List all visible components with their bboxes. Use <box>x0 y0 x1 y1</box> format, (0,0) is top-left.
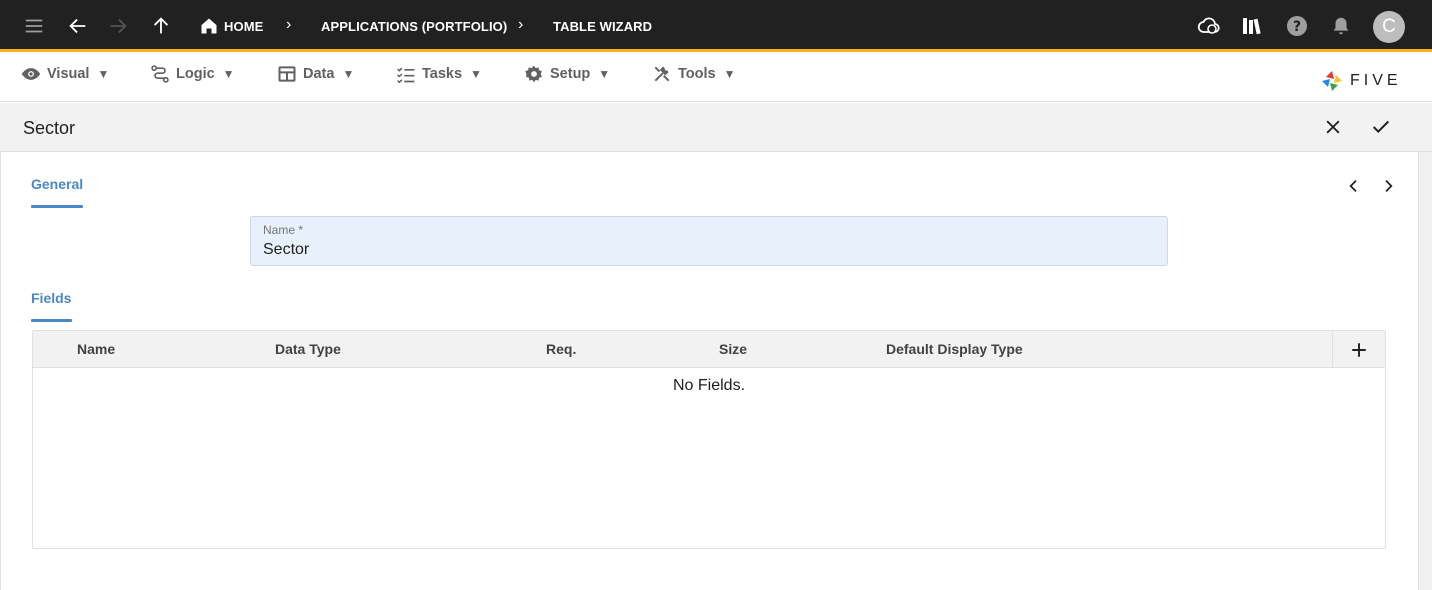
menu-logic-label: Logic <box>176 66 215 82</box>
fields-grid: Name Data Type Req. Size Default Display… <box>32 330 1386 549</box>
tab-fields-indicator <box>31 319 72 322</box>
previous-page-button[interactable] <box>1344 176 1364 196</box>
main-menu-bar: Visual ▼ Logic ▼ Data ▼ Tasks ▼ Setup ▼ Tools… <box>0 55 1432 102</box>
save-button[interactable] <box>1369 115 1393 139</box>
form-content: General Name * Sector Fields Name Data T… <box>0 152 1432 590</box>
five-logo-mark-icon <box>1322 71 1342 91</box>
menu-data[interactable]: Data ▼ <box>277 62 354 86</box>
svg-text:?: ? <box>1293 19 1301 35</box>
tools-icon <box>654 66 670 82</box>
page-title: Sector <box>23 118 76 138</box>
back-arrow-icon[interactable] <box>66 14 90 38</box>
menu-tasks[interactable]: Tasks ▼ <box>396 62 482 86</box>
tab-general[interactable]: General <box>31 176 83 192</box>
caret-down-icon: ▼ <box>342 67 355 81</box>
caret-down-icon: ▼ <box>222 67 235 81</box>
flow-icon <box>151 65 169 83</box>
menu-tools-label: Tools <box>678 66 716 82</box>
library-icon[interactable] <box>1240 14 1264 38</box>
name-field[interactable]: Name * Sector <box>250 216 1168 266</box>
gear-icon <box>525 65 542 83</box>
form-title-bar: Sector <box>0 103 1432 152</box>
column-header-data-type[interactable]: Data Type <box>275 341 341 357</box>
hamburger-menu-icon[interactable] <box>22 14 46 38</box>
column-header-name[interactable]: Name <box>77 341 115 357</box>
caret-down-icon: ▼ <box>723 67 736 81</box>
menu-setup-label: Setup <box>550 66 591 82</box>
column-header-req[interactable]: Req. <box>546 341 576 357</box>
chevron-left-icon <box>1349 180 1357 192</box>
caret-down-icon: ▼ <box>97 67 110 81</box>
grid-header: Name Data Type Req. Size Default Display… <box>33 331 1385 368</box>
up-arrow-icon[interactable] <box>149 14 173 38</box>
menu-tools[interactable]: Tools ▼ <box>652 62 735 86</box>
menu-data-label: Data <box>303 66 335 82</box>
home-icon[interactable] <box>197 14 221 38</box>
breadcrumb-chevron-icon: › <box>286 16 292 33</box>
eye-icon <box>21 68 41 80</box>
chevron-right-icon <box>1385 180 1393 192</box>
user-avatar[interactable]: C <box>1373 11 1405 43</box>
column-header-size[interactable]: Size <box>719 341 747 357</box>
notifications-bell-icon[interactable] <box>1329 14 1353 38</box>
cancel-button[interactable] <box>1321 115 1345 139</box>
plus-icon <box>1352 342 1366 357</box>
add-field-button[interactable] <box>1332 331 1385 368</box>
menu-logic[interactable]: Logic ▼ <box>150 62 235 86</box>
next-page-button[interactable] <box>1378 176 1398 196</box>
menu-setup[interactable]: Setup ▼ <box>524 62 610 86</box>
checklist-icon <box>397 67 415 84</box>
vertical-scrollbar[interactable] <box>1418 152 1432 590</box>
tab-general-indicator <box>31 205 83 208</box>
breadcrumb-table-wizard: TABLE WIZARD <box>553 19 653 34</box>
caret-down-icon: ▼ <box>598 67 611 81</box>
help-icon[interactable]: ? <box>1285 14 1309 38</box>
breadcrumb-chevron-icon: › <box>518 16 524 33</box>
forward-arrow-icon[interactable] <box>106 14 130 38</box>
name-field-label: Name * <box>263 223 304 237</box>
empty-state-text: No Fields. <box>672 377 746 394</box>
name-field-value[interactable]: Sector <box>263 241 309 259</box>
column-header-default-display-type[interactable]: Default Display Type <box>886 341 1023 357</box>
tab-fields[interactable]: Fields <box>31 290 71 306</box>
close-icon <box>1326 120 1340 134</box>
caret-down-icon: ▼ <box>470 67 482 81</box>
breadcrumb-applications[interactable]: APPLICATIONS (PORTFOLIO) <box>321 19 507 34</box>
check-icon <box>1372 120 1390 134</box>
menu-tasks-label: Tasks <box>422 66 463 82</box>
top-app-bar: HOME › APPLICATIONS (PORTFOLIO) › TABLE … <box>0 0 1432 52</box>
five-logo: FIVE <box>1320 69 1402 93</box>
table-icon <box>278 66 296 82</box>
logo-text: FIVE <box>1350 72 1402 89</box>
breadcrumb-home[interactable]: HOME <box>224 19 263 34</box>
cloud-sync-icon[interactable] <box>1197 14 1221 38</box>
menu-visual-label: Visual <box>47 66 90 82</box>
menu-visual[interactable]: Visual ▼ <box>21 62 109 86</box>
